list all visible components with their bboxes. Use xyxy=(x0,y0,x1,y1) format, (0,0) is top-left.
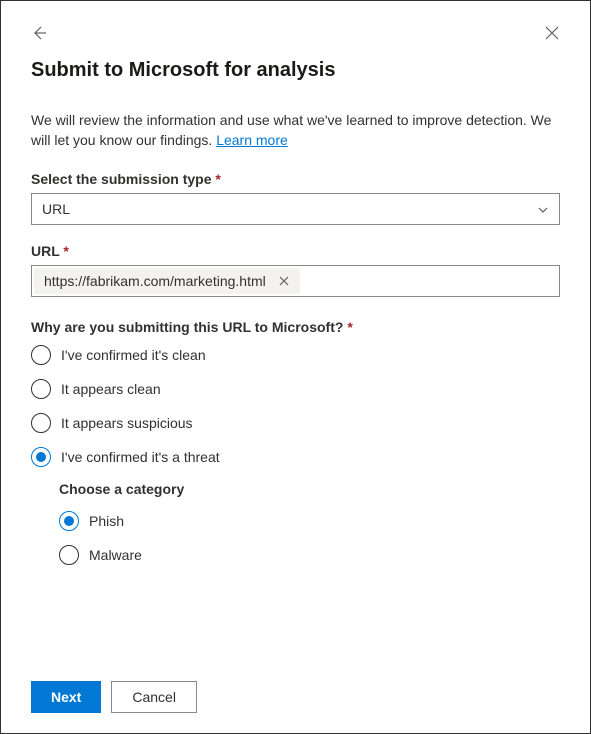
url-label: URL * xyxy=(31,243,560,259)
radio-label: Phish xyxy=(89,513,124,529)
url-input[interactable]: https://fabrikam.com/marketing.html xyxy=(31,265,560,297)
close-icon[interactable] xyxy=(544,25,560,41)
radio-label: I've confirmed it's a threat xyxy=(61,449,220,465)
submission-type-label: Select the submission type * xyxy=(31,171,560,187)
radio-icon xyxy=(31,345,51,365)
page-title: Submit to Microsoft for analysis xyxy=(31,59,560,82)
chip-remove-icon[interactable] xyxy=(274,271,294,291)
required-asterisk: * xyxy=(63,243,68,259)
back-icon[interactable] xyxy=(31,25,47,41)
learn-more-link[interactable]: Learn more xyxy=(216,132,288,148)
cancel-button[interactable]: Cancel xyxy=(111,681,197,713)
radio-icon xyxy=(59,545,79,565)
radio-phish[interactable]: Phish xyxy=(59,511,560,531)
required-asterisk: * xyxy=(347,319,352,335)
category-section: Choose a category Phish Malware xyxy=(59,481,560,565)
submission-type-value: URL xyxy=(42,201,70,217)
reason-label: Why are you submitting this URL to Micro… xyxy=(31,319,560,335)
category-label: Choose a category xyxy=(59,481,560,497)
radio-label: It appears clean xyxy=(61,381,161,397)
radio-label: It appears suspicious xyxy=(61,415,193,431)
chevron-down-icon xyxy=(537,203,549,215)
radio-label: Malware xyxy=(89,547,142,563)
radio-icon xyxy=(31,379,51,399)
radio-appears-clean[interactable]: It appears clean xyxy=(31,379,560,399)
url-chip: https://fabrikam.com/marketing.html xyxy=(34,268,300,294)
radio-icon xyxy=(59,511,79,531)
radio-malware[interactable]: Malware xyxy=(59,545,560,565)
radio-appears-suspicious[interactable]: It appears suspicious xyxy=(31,413,560,433)
required-asterisk: * xyxy=(215,171,220,187)
radio-label: I've confirmed it's clean xyxy=(61,347,206,363)
submission-type-select[interactable]: URL xyxy=(31,193,560,225)
description-body: We will review the information and use w… xyxy=(31,112,551,148)
url-chip-text: https://fabrikam.com/marketing.html xyxy=(44,273,266,289)
next-button[interactable]: Next xyxy=(31,681,101,713)
radio-confirmed-threat[interactable]: I've confirmed it's a threat xyxy=(31,447,560,467)
description-text: We will review the information and use w… xyxy=(31,110,560,151)
radio-icon xyxy=(31,413,51,433)
radio-icon xyxy=(31,447,51,467)
radio-confirmed-clean[interactable]: I've confirmed it's clean xyxy=(31,345,560,365)
reason-radio-group: I've confirmed it's clean It appears cle… xyxy=(31,345,560,467)
